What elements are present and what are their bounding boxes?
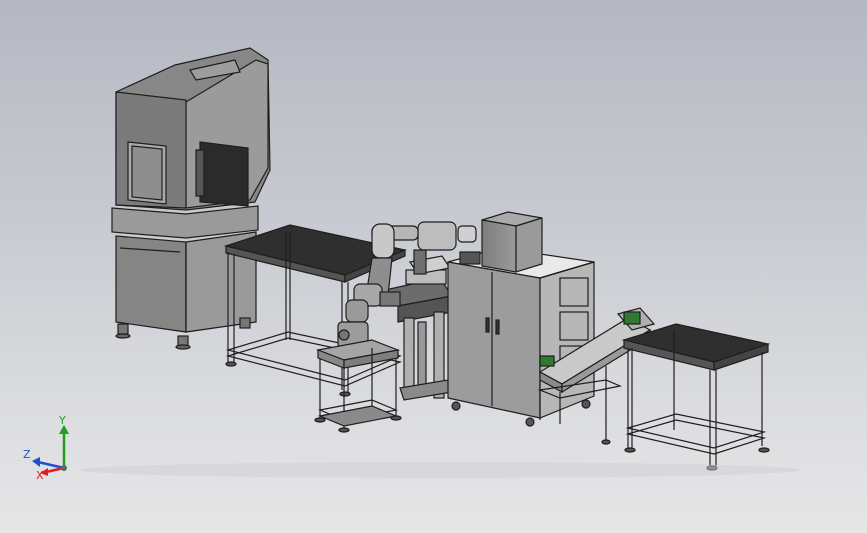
z-axis-label: Z [23,448,31,461]
floor-shadow [80,462,800,478]
z-arrowhead-icon [32,457,40,467]
x-axis-label: X [36,469,44,482]
control-cabinet[interactable] [447,247,595,427]
work-table-right[interactable] [621,323,771,471]
triad-origin [61,465,67,471]
enclosure-machine[interactable] [111,47,271,350]
fixture-stand[interactable] [383,255,454,401]
cad-viewport[interactable]: Y Z X [0,0,867,533]
assembly-model[interactable] [0,0,867,533]
robot-cart[interactable] [314,321,402,433]
orientation-triad[interactable]: Y Z X [20,412,80,482]
z-axis-arrow [37,460,65,470]
y-axis-label: Y [58,414,66,427]
